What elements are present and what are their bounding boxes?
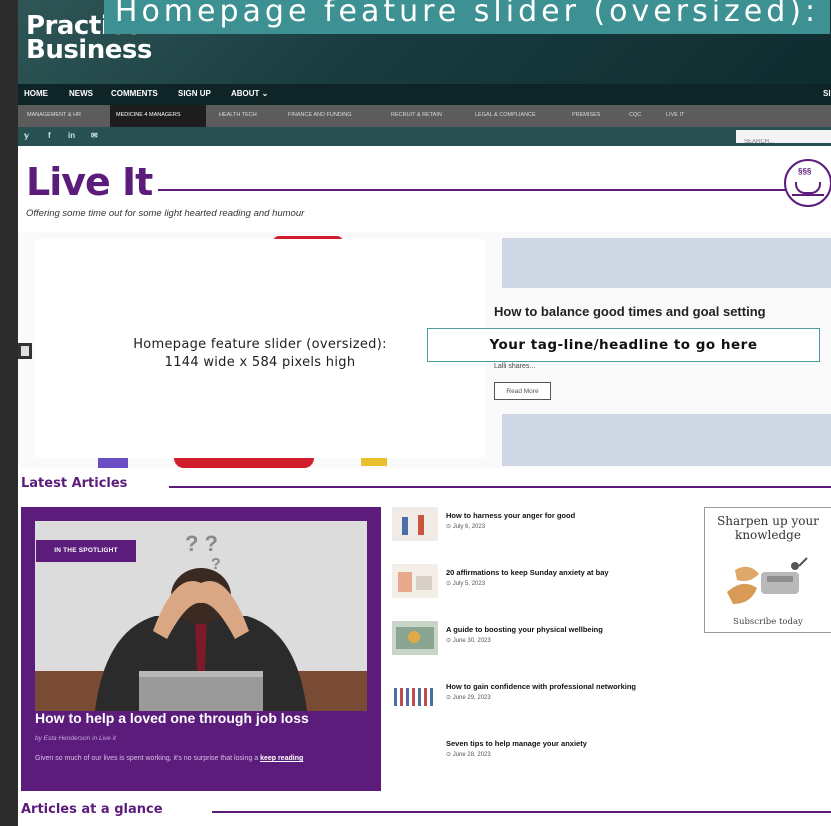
cat-legal-compliance[interactable]: LEGAL & COMPLIANCE: [475, 112, 536, 118]
nav-about[interactable]: ABOUT ⌄: [231, 89, 268, 98]
thumb-figure: [408, 631, 420, 643]
latest-articles-heading: Latest Articles: [21, 476, 128, 491]
thumb-figure: [416, 576, 432, 590]
search-box[interactable]: [736, 130, 831, 146]
spotlight-excerpt-text: Given so much of our lives is spent work…: [35, 755, 259, 762]
social-bar: 𝕪 f in ✉: [18, 127, 831, 146]
keep-reading-link[interactable]: keep reading: [260, 755, 303, 762]
article-date: ⊙ June 29, 2023: [446, 695, 491, 701]
search-input[interactable]: [742, 138, 831, 146]
article-title[interactable]: How to gain confidence with professional…: [446, 682, 706, 691]
ad-headline: Sharpen up your knowledge: [717, 514, 819, 542]
nav-news[interactable]: NEWS: [69, 89, 93, 98]
slider-image-peek-red: [174, 458, 314, 468]
banner-text: Homepage feature slider (oversized):: [114, 0, 820, 29]
article-thumb: [392, 564, 438, 598]
nav-sign-up[interactable]: SIGN UP: [178, 89, 211, 98]
headline-placeholder: Your tag-line/headline to go here: [427, 328, 820, 362]
slider-size-placeholder: Homepage feature slider (oversized): 114…: [35, 239, 485, 458]
section-subtitle: Offering some time out for some light he…: [26, 208, 305, 219]
placeholder-line-1: Homepage feature slider (oversized):: [133, 337, 387, 352]
article-thumb: [392, 621, 438, 655]
cup-body: [795, 182, 821, 194]
email-icon[interactable]: ✉: [91, 131, 98, 140]
nav-subscribe-cut[interactable]: SI: [823, 89, 831, 98]
article-thumb: [392, 507, 438, 541]
placeholder-line-2: 1144 wide x 584 pixels high: [164, 355, 356, 370]
thumb-figure: [402, 517, 408, 535]
twitter-icon[interactable]: 𝕪: [24, 131, 29, 140]
article-title[interactable]: Seven tips to help manage your anxiety: [446, 739, 706, 748]
subscribe-ad[interactable]: Sharpen up your knowledge Subscribe toda…: [704, 507, 831, 633]
cat-recruit-retain[interactable]: RECRUIT & RETAIN: [391, 112, 442, 118]
ad-cta[interactable]: Subscribe today: [705, 617, 831, 627]
nav-home[interactable]: HOME: [24, 89, 48, 98]
thumb-figure: [418, 515, 424, 535]
category-nav: MANAGEMENT & HR MEDICINE 4 MANAGERS HEAL…: [18, 105, 831, 127]
glance-rule: [212, 811, 831, 813]
article-date: ⊙ June 28, 2023: [446, 752, 491, 758]
site-header: Practice Business Homepage feature slide…: [18, 0, 831, 84]
thumb-figure: [394, 688, 436, 706]
cat-cqc[interactable]: CQC: [629, 112, 641, 118]
facebook-icon[interactable]: f: [48, 131, 51, 140]
arrow-inner: [21, 346, 29, 356]
spotlight-excerpt: Given so much of our lives is spent work…: [35, 752, 360, 765]
article-title[interactable]: 20 affirmations to keep Sunday anxiety a…: [446, 568, 706, 577]
cat-premises[interactable]: PREMISES: [572, 112, 600, 118]
svg-text:?: ?: [211, 556, 221, 573]
linkedin-icon[interactable]: in: [68, 131, 75, 140]
cat-health-tech[interactable]: HEALTH TECH: [219, 112, 257, 118]
spotlight-badge[interactable]: IN THE SPOTLIGHT: [36, 540, 136, 562]
cat-medicine-4-managers[interactable]: MEDICINE 4 MANAGERS: [116, 112, 180, 118]
articles-at-a-glance-heading: Articles at a glance: [21, 802, 163, 817]
main-nav: HOME NEWS COMMENTS SIGN UP ABOUT ⌄ SI: [18, 84, 831, 105]
slider-image-peek-left: [98, 458, 128, 468]
svg-text:? ?: ? ?: [185, 531, 218, 556]
teacup-icon: §§§: [784, 159, 831, 207]
slider-side-panel-top: [502, 238, 831, 288]
article-thumb: [392, 678, 438, 712]
article-title[interactable]: How to harness your anger for good: [446, 511, 706, 520]
spotlight-title[interactable]: How to help a loved one through job loss: [35, 710, 309, 726]
article-title[interactable]: A guide to boosting your physical wellbe…: [446, 625, 706, 634]
article-date: ⊙ June 30, 2023: [446, 638, 491, 644]
steam-glyph: §§§: [798, 167, 812, 176]
slider-prev-arrow[interactable]: [18, 343, 32, 359]
cat-finance-funding[interactable]: FINANCE AND FUNDING: [288, 112, 352, 118]
section-title: Live It: [26, 160, 153, 204]
saucer: [792, 194, 824, 196]
article-date: ⊙ July 6, 2023: [446, 524, 486, 530]
slider-side-panel-bottom: [502, 414, 831, 466]
nav-comments[interactable]: COMMENTS: [111, 89, 158, 98]
placeholder-text: Homepage feature slider (oversized): 114…: [35, 336, 485, 372]
pencil-sharpener-illustration: [727, 557, 808, 604]
read-more-button[interactable]: Read More: [494, 382, 551, 400]
cat-live-it[interactable]: LIVE IT: [666, 112, 684, 118]
slider-size-banner: Homepage feature slider (oversized):: [104, 0, 830, 34]
logo-line-2: Business: [26, 35, 152, 65]
thumb-figure: [398, 572, 412, 592]
slider-article-title[interactable]: How to balance good times and goal setti…: [494, 304, 766, 319]
article-date: ⊙ July 5, 2023: [446, 581, 486, 587]
cat-management-hr[interactable]: MANAGEMENT & HR: [27, 112, 81, 118]
spotlight-byline: by Esta Henderson in Live it: [35, 735, 116, 742]
slider-article-snippet: Lalli shares...: [494, 363, 536, 370]
latest-articles-rule: [169, 486, 831, 488]
slider-image-peek-yellow: [361, 458, 387, 466]
section-title-rule: [158, 189, 800, 191]
page: Practice Business Homepage feature slide…: [18, 0, 831, 826]
